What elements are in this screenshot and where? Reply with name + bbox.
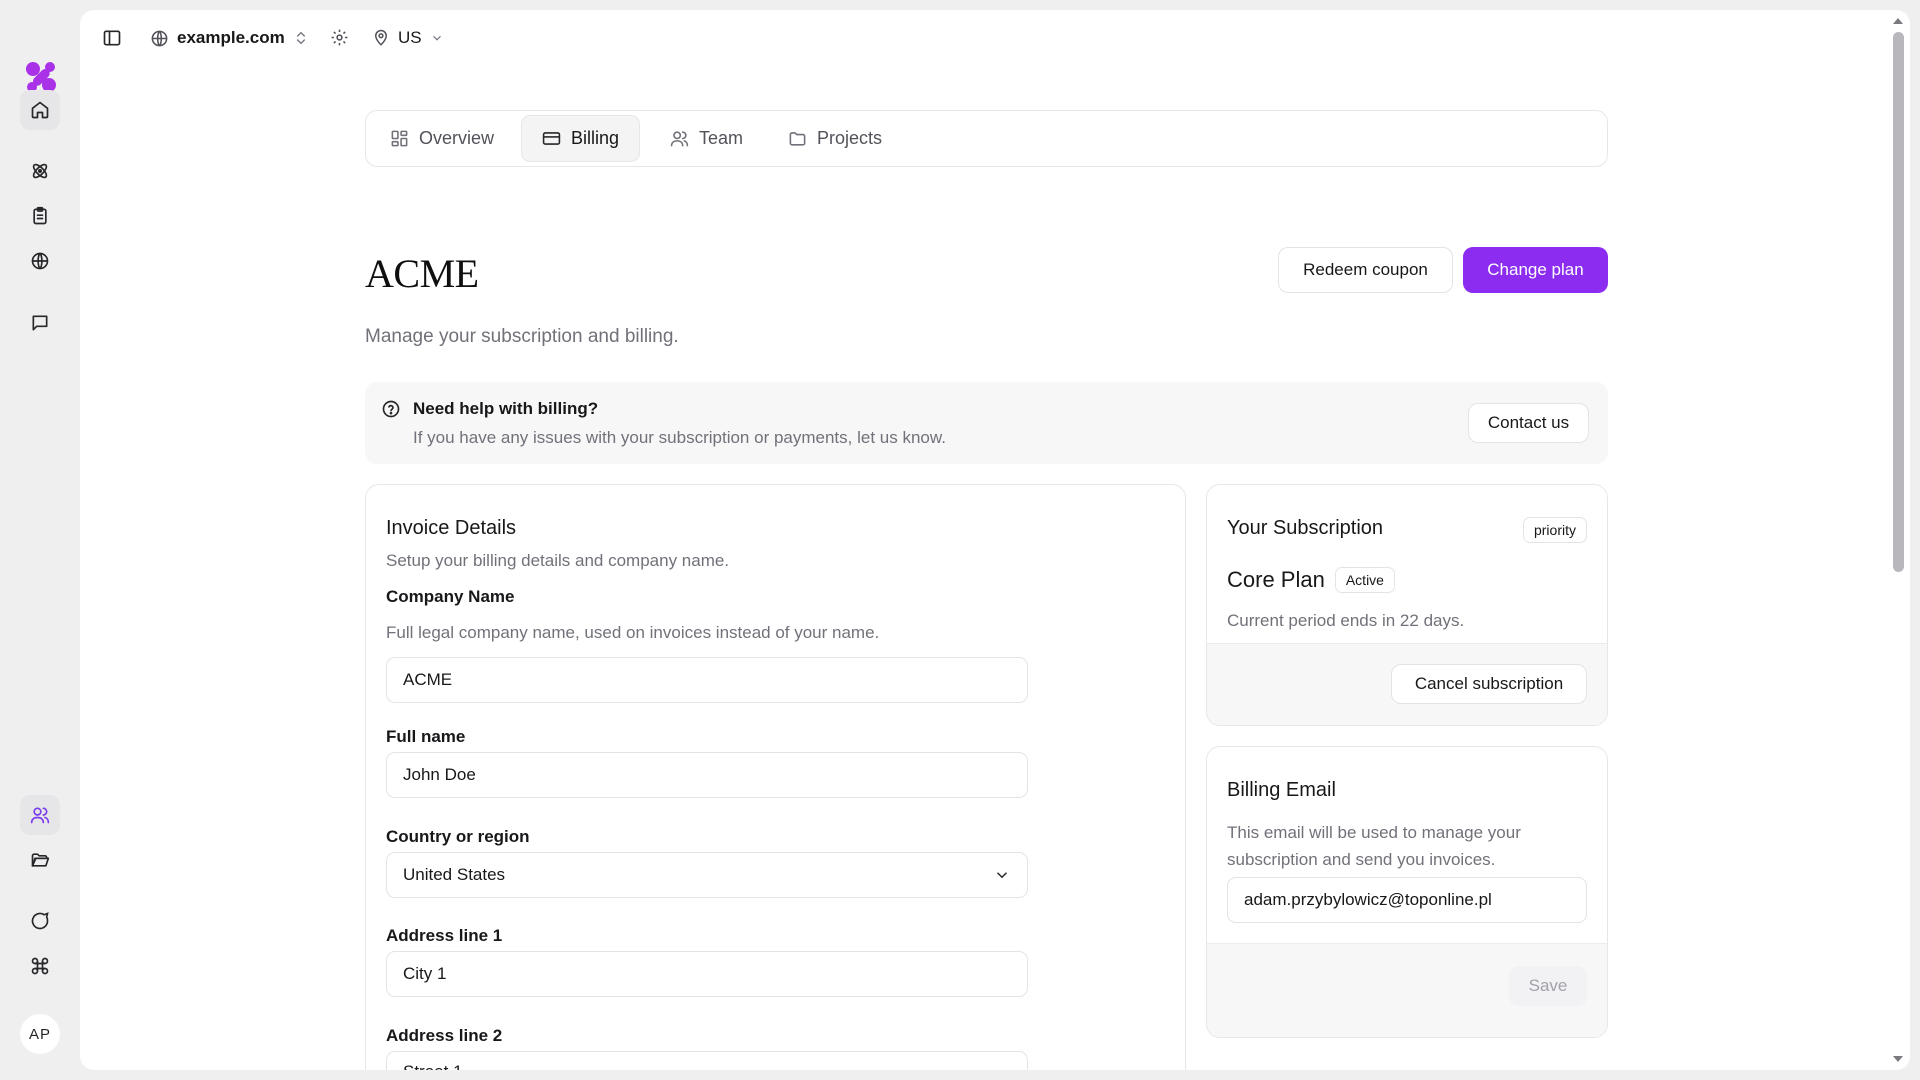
globe-icon — [30, 251, 50, 271]
period-text: Current period ends in 22 days. — [1227, 611, 1465, 630]
scroll-up-arrow[interactable] — [1893, 18, 1903, 24]
address-line-1-input[interactable]: City 1 — [386, 951, 1028, 997]
top-bar: example.com US — [80, 10, 1910, 70]
field-value: City 1 — [403, 964, 447, 983]
subscription-card: Your Subscription priority Core Plan Act… — [1206, 484, 1608, 726]
nav-documents[interactable] — [20, 196, 60, 236]
billing-help-banner: Need help with billing? If you have any … — [365, 382, 1608, 464]
toggle-sidebar-button[interactable] — [102, 28, 122, 48]
avatar-initials: AP — [28, 1025, 51, 1043]
billing-email-card: Billing Email This email will be used to… — [1206, 746, 1608, 1038]
settings-button[interactable] — [330, 28, 349, 47]
nav-integrations[interactable] — [20, 151, 60, 191]
field-value: Street 1 — [403, 1062, 463, 1070]
region-selector[interactable]: US — [372, 28, 444, 48]
tab-label: Projects — [817, 128, 883, 148]
section-tabs: Overview Billing Team Projects — [365, 110, 1608, 167]
command-icon — [30, 956, 50, 976]
billing-email-footer: Save — [1207, 943, 1607, 1037]
plan-name: Core Plan — [1227, 567, 1325, 592]
country-select[interactable]: United States — [386, 852, 1028, 898]
cancel-subscription-button[interactable]: Cancel subscription — [1391, 664, 1587, 704]
billing-email-input[interactable]: adam.przybylowicz@toponline.pl — [1227, 877, 1587, 923]
company-name-input[interactable]: ACME — [386, 657, 1028, 703]
subscription-footer: Cancel subscription — [1207, 643, 1607, 725]
billing-email-title: Billing Email — [1227, 779, 1336, 801]
chevrons-up-down-icon — [293, 30, 309, 46]
credit-card-icon — [542, 129, 561, 148]
priority-badge: priority — [1522, 517, 1587, 543]
field-value: John Doe — [403, 765, 476, 784]
country-label: Country or region — [386, 827, 530, 846]
folder-icon — [788, 129, 807, 148]
region-label: US — [398, 28, 422, 47]
subscription-title: Your Subscription — [1227, 517, 1384, 539]
main-panel: example.com US Overview Billing Team Pro… — [80, 10, 1910, 1070]
billing-email-description: This email will be used to manage your s… — [1227, 823, 1521, 869]
folder-open-icon — [30, 850, 50, 870]
gear-icon — [330, 28, 349, 47]
full-name-label: Full name — [386, 727, 466, 746]
domain-switcher[interactable]: example.com — [150, 28, 309, 48]
sidebar-toggle-icon — [102, 28, 122, 48]
tab-label: Overview — [419, 128, 495, 148]
status-badge: Active — [1334, 567, 1395, 593]
chevron-down-icon — [993, 866, 1011, 884]
users-icon — [30, 805, 50, 825]
field-value: ACME — [403, 670, 453, 689]
help-title: Need help with billing? — [413, 399, 599, 418]
company-name-help: Full legal company name, used on invoice… — [386, 623, 880, 642]
invoice-title: Invoice Details — [386, 517, 517, 539]
chat-bubble-icon — [30, 911, 50, 931]
clipboard-icon — [30, 206, 50, 226]
page-title: ACME — [365, 251, 479, 296]
tab-overview[interactable]: Overview — [370, 115, 514, 162]
users-icon — [670, 129, 689, 148]
atom-icon — [30, 161, 50, 181]
layout-grid-icon — [390, 129, 409, 148]
tab-team[interactable]: Team — [650, 115, 763, 162]
nav-home[interactable] — [20, 90, 60, 130]
field-value: adam.przybylowicz@toponline.pl — [1244, 890, 1492, 909]
tab-projects[interactable]: Projects — [768, 115, 902, 162]
address-line-1-label: Address line 1 — [386, 926, 503, 945]
nav-command[interactable] — [20, 946, 60, 986]
scroll-thumb[interactable] — [1893, 32, 1904, 572]
left-rail: AP — [0, 0, 80, 1080]
tab-label: Team — [699, 128, 744, 148]
change-plan-button[interactable]: Change plan — [1463, 247, 1608, 293]
page-subtitle: Manage your subscription and billing. — [365, 326, 679, 347]
address-line-2-input[interactable]: Street 1 — [386, 1051, 1028, 1070]
tab-label: Billing — [571, 128, 620, 148]
home-icon — [30, 100, 50, 120]
nav-team[interactable] — [20, 795, 60, 835]
globe-icon — [150, 29, 169, 48]
full-name-input[interactable]: John Doe — [386, 752, 1028, 798]
user-avatar[interactable]: AP — [20, 1014, 60, 1054]
nav-messages[interactable] — [20, 303, 60, 343]
scroll-down-arrow[interactable] — [1893, 1056, 1903, 1062]
invoice-subtitle: Setup your billing details and company n… — [386, 551, 730, 570]
nav-globe[interactable] — [20, 241, 60, 281]
help-text: If you have any issues with your subscri… — [413, 428, 946, 447]
redeem-coupon-button[interactable]: Redeem coupon — [1278, 247, 1453, 293]
address-line-2-label: Address line 2 — [386, 1026, 503, 1045]
plan-row: Core Plan Active — [1227, 567, 1395, 593]
save-button[interactable]: Save — [1509, 966, 1587, 1006]
field-value: United States — [403, 865, 506, 884]
chevron-down-icon — [430, 31, 444, 45]
company-name-label: Company Name — [386, 587, 515, 606]
tab-billing[interactable]: Billing — [521, 115, 641, 162]
invoice-details-card: Invoice Details Setup your billing detai… — [365, 484, 1186, 1070]
nav-chat[interactable] — [20, 901, 60, 941]
contact-us-button[interactable]: Contact us — [1468, 403, 1589, 443]
map-pin-icon — [372, 29, 390, 47]
scrollbar[interactable] — [1888, 10, 1910, 1070]
domain-label: example.com — [177, 28, 285, 47]
help-circle-icon — [381, 399, 401, 419]
message-square-icon — [30, 313, 50, 333]
nav-projects[interactable] — [20, 840, 60, 880]
